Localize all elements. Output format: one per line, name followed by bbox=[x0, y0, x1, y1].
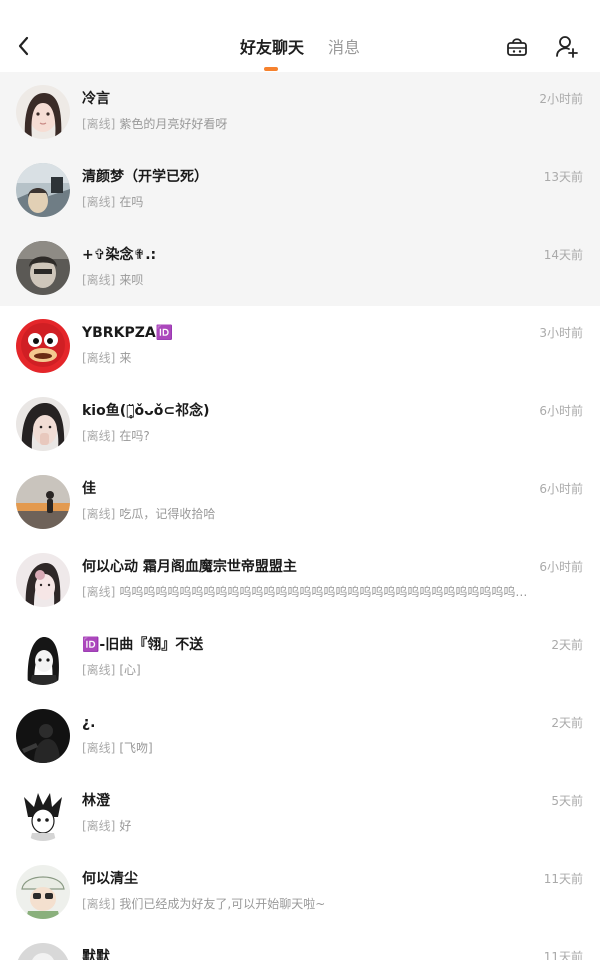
message-text: 在吗? bbox=[119, 429, 150, 443]
message-text: 紫色的月亮好好看呀 bbox=[119, 117, 228, 131]
chat-row[interactable]: +✞染念✟.: 14天前 [离线] 来呗 bbox=[0, 228, 600, 306]
status-label: [离线] bbox=[82, 195, 116, 209]
timestamp: 6小时前 bbox=[539, 482, 583, 496]
message-preview: [离线] 紫色的月亮好好看呀 bbox=[82, 115, 532, 133]
avatar[interactable] bbox=[16, 397, 70, 451]
contact-name: 佳 bbox=[82, 481, 96, 497]
avatar[interactable] bbox=[16, 241, 70, 295]
message-text: 好 bbox=[119, 819, 132, 833]
message-text: 呜呜呜呜呜呜呜呜呜呜呜呜呜呜呜呜呜呜呜呜呜呜呜呜呜呜呜呜呜呜呜呜呜呜呜呜呜呜呜呜 bbox=[119, 585, 532, 599]
chat-row[interactable]: 林澄 5天前 [离线] 好 bbox=[0, 774, 600, 852]
status-label: [离线] bbox=[82, 117, 116, 131]
message-preview: [离线] 来呗 bbox=[82, 271, 532, 289]
message-preview: [离线] 我们已经成为好友了,可以开始聊天啦~ bbox=[82, 895, 532, 913]
timestamp: 6小时前 bbox=[539, 404, 583, 418]
contact-name: 冷言 bbox=[82, 91, 110, 107]
contact-name: 林澄 bbox=[82, 793, 110, 809]
message-preview: [离线] 吃瓜，记得收拾哈 bbox=[82, 505, 532, 523]
avatar[interactable] bbox=[16, 475, 70, 529]
message-preview: [离线] 在吗 bbox=[82, 193, 532, 211]
avatar[interactable] bbox=[16, 865, 70, 919]
contact-name: 何以心动 霜月阁血魔宗世帝盟盟主 bbox=[82, 559, 297, 575]
avatar[interactable] bbox=[16, 553, 70, 607]
contact-name: 清颜梦（开学已死） bbox=[82, 169, 208, 185]
basket-icon bbox=[505, 34, 529, 62]
tab-messages[interactable]: 消息 bbox=[328, 34, 360, 62]
status-label: [离线] bbox=[82, 663, 116, 677]
timestamp: 5天前 bbox=[551, 794, 583, 808]
avatar[interactable] bbox=[16, 85, 70, 139]
timestamp: 2天前 bbox=[551, 638, 583, 652]
timestamp: 11天前 bbox=[543, 872, 583, 886]
chat-list: 冷言 2小时前 [离线] 紫色的月亮好好看呀 清颜梦（开学已死） 13天前 [离线… bbox=[0, 72, 600, 960]
chat-row[interactable]: 默默 11天前 bbox=[0, 930, 600, 960]
timestamp: 3小时前 bbox=[539, 326, 583, 340]
contact-name: kio鱼(っ̥̆ǒᴗǒ⊂祁念) bbox=[82, 403, 210, 419]
timestamp: 11天前 bbox=[543, 950, 583, 960]
timestamp: 14天前 bbox=[543, 248, 583, 262]
message-text: [心] bbox=[119, 663, 141, 677]
timestamp: 2天前 bbox=[551, 716, 583, 730]
contact-name: 🆔-旧曲『翎』不送 bbox=[82, 637, 204, 653]
avatar[interactable] bbox=[16, 709, 70, 763]
chat-row[interactable]: ¿. 2天前 [离线] [飞吻] bbox=[0, 696, 600, 774]
timestamp: 6小时前 bbox=[539, 560, 583, 574]
message-preview: [离线] 好 bbox=[82, 817, 532, 835]
message-text: 我们已经成为好友了,可以开始聊天啦~ bbox=[119, 897, 326, 911]
add-friend-button[interactable] bbox=[553, 34, 581, 62]
timestamp: 2小时前 bbox=[539, 92, 583, 106]
contact-name: +✞染念✟.: bbox=[82, 247, 157, 263]
tab-friend-chat[interactable]: 好友聊天 bbox=[240, 34, 304, 62]
message-text: 吃瓜，记得收拾哈 bbox=[119, 507, 216, 521]
status-label: [离线] bbox=[82, 429, 116, 443]
message-text: [飞吻] bbox=[119, 741, 153, 755]
contact-name: ¿. bbox=[82, 715, 96, 731]
basket-button[interactable] bbox=[503, 34, 531, 62]
active-tab-indicator bbox=[264, 67, 278, 71]
avatar[interactable] bbox=[16, 787, 70, 841]
contact-name: YBRKPZA🆔 bbox=[82, 325, 174, 341]
message-preview: [离线] 来 bbox=[82, 349, 532, 367]
message-text: 来呗 bbox=[119, 273, 144, 287]
chat-row[interactable]: 🆔-旧曲『翎』不送 2天前 [离线] [心] bbox=[0, 618, 600, 696]
avatar[interactable] bbox=[16, 319, 70, 373]
chat-row[interactable]: 清颜梦（开学已死） 13天前 [离线] 在吗 bbox=[0, 150, 600, 228]
message-preview: [离线] [飞吻] bbox=[82, 739, 532, 757]
status-label: [离线] bbox=[82, 819, 116, 833]
message-text: 来 bbox=[119, 351, 132, 365]
timestamp: 13天前 bbox=[543, 170, 583, 184]
avatar[interactable] bbox=[16, 943, 70, 960]
top-bar: 好友聊天 消息 bbox=[0, 0, 600, 72]
status-label: [离线] bbox=[82, 897, 116, 911]
message-preview: [离线] [心] bbox=[82, 661, 532, 679]
chat-row[interactable]: YBRKPZA🆔 3小时前 [离线] 来 bbox=[0, 306, 600, 384]
status-label: [离线] bbox=[82, 507, 116, 521]
status-label: [离线] bbox=[82, 585, 116, 599]
chat-row[interactable]: 佳 6小时前 [离线] 吃瓜，记得收拾哈 bbox=[0, 462, 600, 540]
add-friend-icon bbox=[555, 34, 579, 62]
message-preview: [离线]呜呜呜呜呜呜呜呜呜呜呜呜呜呜呜呜呜呜呜呜呜呜呜呜呜呜呜呜呜呜呜呜呜呜呜呜… bbox=[82, 583, 532, 601]
chat-row[interactable]: kio鱼(っ̥̆ǒᴗǒ⊂祁念) 6小时前 [离线] 在吗? bbox=[0, 384, 600, 462]
contact-name: 何以清尘 bbox=[82, 871, 138, 887]
status-label: [离线] bbox=[82, 273, 116, 287]
status-label: [离线] bbox=[82, 741, 116, 755]
contact-name: 默默 bbox=[82, 949, 110, 960]
avatar[interactable] bbox=[16, 631, 70, 685]
chat-row[interactable]: 何以心动 霜月阁血魔宗世帝盟盟主 6小时前 [离线] 呜呜呜呜呜呜呜呜呜呜呜呜呜呜… bbox=[0, 540, 600, 618]
message-preview: [离线] 在吗? bbox=[82, 427, 532, 445]
status-label: [离线] bbox=[82, 351, 116, 365]
chat-row[interactable]: 何以清尘 11天前 [离线] 我们已经成为好友了,可以开始聊天啦~ bbox=[0, 852, 600, 930]
avatar[interactable] bbox=[16, 163, 70, 217]
message-text: 在吗 bbox=[119, 195, 144, 209]
chat-row[interactable]: 冷言 2小时前 [离线] 紫色的月亮好好看呀 bbox=[0, 72, 600, 150]
